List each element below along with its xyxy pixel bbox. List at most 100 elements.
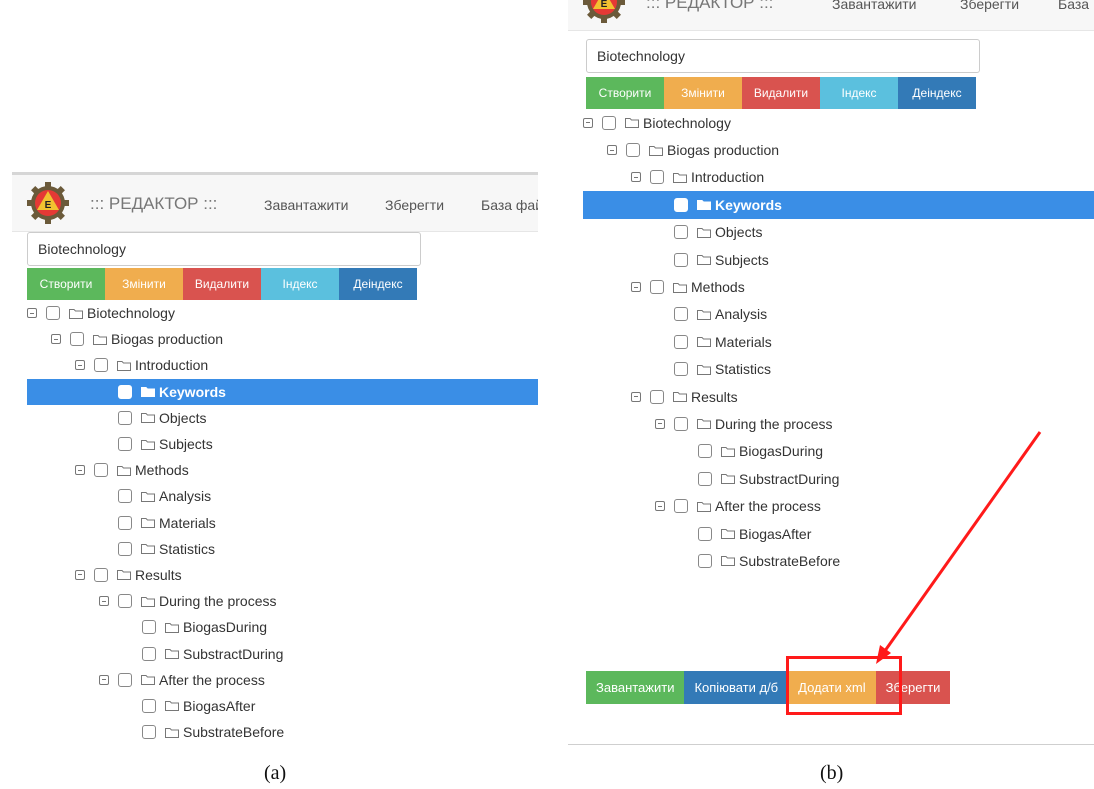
tree-node[interactable]: Statistics: [27, 536, 538, 562]
tree-node[interactable]: After the process: [27, 667, 538, 693]
node-checkbox[interactable]: [698, 526, 712, 541]
node-checkbox[interactable]: [674, 416, 688, 431]
node-name-input[interactable]: [586, 39, 980, 73]
create-button[interactable]: Створити: [586, 77, 664, 109]
node-checkbox[interactable]: [94, 358, 108, 373]
node-checkbox[interactable]: [674, 334, 688, 349]
node-checkbox[interactable]: [118, 489, 132, 504]
node-checkbox[interactable]: [70, 332, 84, 347]
node-checkbox[interactable]: [650, 389, 664, 404]
node-checkbox[interactable]: [142, 725, 156, 740]
tree-node[interactable]: Analysis: [583, 301, 1094, 328]
tree-node[interactable]: Subjects: [27, 431, 538, 457]
nav-save[interactable]: Зберегти: [960, 0, 1019, 12]
tree-node[interactable]: SubstractDuring: [27, 640, 538, 666]
edit-button[interactable]: Змінити: [105, 268, 183, 300]
node-checkbox[interactable]: [698, 444, 712, 459]
node-checkbox[interactable]: [650, 280, 664, 295]
node-checkbox[interactable]: [674, 252, 688, 267]
tree-node[interactable]: Keywords: [583, 191, 1094, 219]
node-checkbox[interactable]: [674, 225, 688, 240]
nav-load[interactable]: Завантажити: [264, 197, 349, 213]
node-checkbox[interactable]: [142, 698, 156, 713]
tree-node[interactable]: Keywords: [27, 378, 538, 405]
tree-node[interactable]: Results: [27, 562, 538, 588]
tree-node[interactable]: SubstractDuring: [583, 465, 1094, 492]
node-checkbox[interactable]: [650, 170, 664, 185]
tree-node[interactable]: Methods: [583, 273, 1094, 300]
deindex-button[interactable]: Деіндекс: [898, 77, 976, 109]
tree-node[interactable]: Subjects: [583, 246, 1094, 273]
collapse-toggle[interactable]: [631, 391, 641, 402]
collapse-toggle[interactable]: [655, 418, 665, 429]
collapse-toggle[interactable]: [51, 334, 61, 345]
node-checkbox[interactable]: [674, 499, 688, 514]
tree-node[interactable]: Materials: [583, 328, 1094, 355]
tree-node[interactable]: Biotechnology: [27, 300, 538, 326]
delete-button[interactable]: Видалити: [183, 268, 261, 300]
tree-node[interactable]: SubstrateBefore: [583, 547, 1094, 574]
collapse-toggle[interactable]: [655, 501, 665, 512]
copy-to-db-button[interactable]: Копіювати д/б: [684, 671, 789, 704]
node-checkbox[interactable]: [46, 306, 60, 321]
nav-file-base[interactable]: База: [1058, 0, 1089, 12]
node-checkbox[interactable]: [142, 646, 156, 661]
tree-node[interactable]: Introduction: [583, 164, 1094, 191]
node-checkbox[interactable]: [602, 115, 616, 130]
tree-node[interactable]: Objects: [583, 219, 1094, 246]
collapse-toggle[interactable]: [75, 360, 85, 371]
node-checkbox[interactable]: [118, 515, 132, 530]
tree-node[interactable]: After the process: [583, 492, 1094, 519]
tree-node[interactable]: Materials: [27, 510, 538, 536]
tree-node[interactable]: Biogas production: [27, 326, 538, 352]
collapse-toggle[interactable]: [583, 117, 593, 128]
collapse-toggle[interactable]: [607, 145, 617, 156]
collapse-toggle[interactable]: [99, 674, 109, 685]
gear-logo-icon[interactable]: E: [583, 0, 625, 23]
collapse-toggle[interactable]: [27, 308, 37, 319]
nav-save[interactable]: Зберегти: [385, 197, 444, 213]
node-checkbox[interactable]: [118, 384, 132, 399]
tree-node[interactable]: BiogasAfter: [583, 520, 1094, 547]
tree-node[interactable]: Analysis: [27, 483, 538, 509]
node-checkbox[interactable]: [698, 553, 712, 568]
collapse-toggle[interactable]: [631, 282, 641, 293]
node-checkbox[interactable]: [118, 410, 132, 425]
node-checkbox[interactable]: [626, 143, 640, 158]
tree-node[interactable]: Objects: [27, 405, 538, 431]
index-button[interactable]: Індекс: [261, 268, 339, 300]
node-checkbox[interactable]: [118, 437, 132, 452]
nav-load[interactable]: Завантажити: [832, 0, 917, 12]
tree-node[interactable]: Biogas production: [583, 136, 1094, 163]
deindex-button[interactable]: Деіндекс: [339, 268, 417, 300]
tree-node[interactable]: During the process: [27, 588, 538, 614]
node-checkbox[interactable]: [118, 672, 132, 687]
gear-logo-icon[interactable]: E: [27, 182, 69, 224]
collapse-toggle[interactable]: [631, 172, 641, 183]
nav-file-base[interactable]: База файл: [481, 197, 538, 213]
delete-button[interactable]: Видалити: [742, 77, 820, 109]
node-checkbox[interactable]: [674, 362, 688, 377]
tree-node[interactable]: BiogasDuring: [583, 438, 1094, 465]
node-checkbox[interactable]: [94, 463, 108, 478]
tree-node[interactable]: SubstrateBefore: [27, 719, 538, 745]
tree-node[interactable]: Biotechnology: [583, 109, 1094, 136]
tree-node[interactable]: BiogasAfter: [27, 693, 538, 719]
node-checkbox[interactable]: [142, 620, 156, 635]
tree-node[interactable]: BiogasDuring: [27, 614, 538, 640]
collapse-toggle[interactable]: [75, 569, 85, 580]
load-button[interactable]: Завантажити: [586, 671, 685, 704]
node-checkbox[interactable]: [118, 594, 132, 609]
node-checkbox[interactable]: [94, 567, 108, 582]
edit-button[interactable]: Змінити: [664, 77, 742, 109]
node-checkbox[interactable]: [698, 471, 712, 486]
node-name-input[interactable]: [27, 232, 421, 266]
index-button[interactable]: Індекс: [820, 77, 898, 109]
collapse-toggle[interactable]: [75, 465, 85, 476]
tree-node[interactable]: Statistics: [583, 356, 1094, 383]
tree-node[interactable]: Results: [583, 383, 1094, 410]
tree-node[interactable]: During the process: [583, 410, 1094, 437]
tree-node[interactable]: Introduction: [27, 352, 538, 378]
node-checkbox[interactable]: [674, 197, 688, 212]
collapse-toggle[interactable]: [99, 596, 109, 607]
